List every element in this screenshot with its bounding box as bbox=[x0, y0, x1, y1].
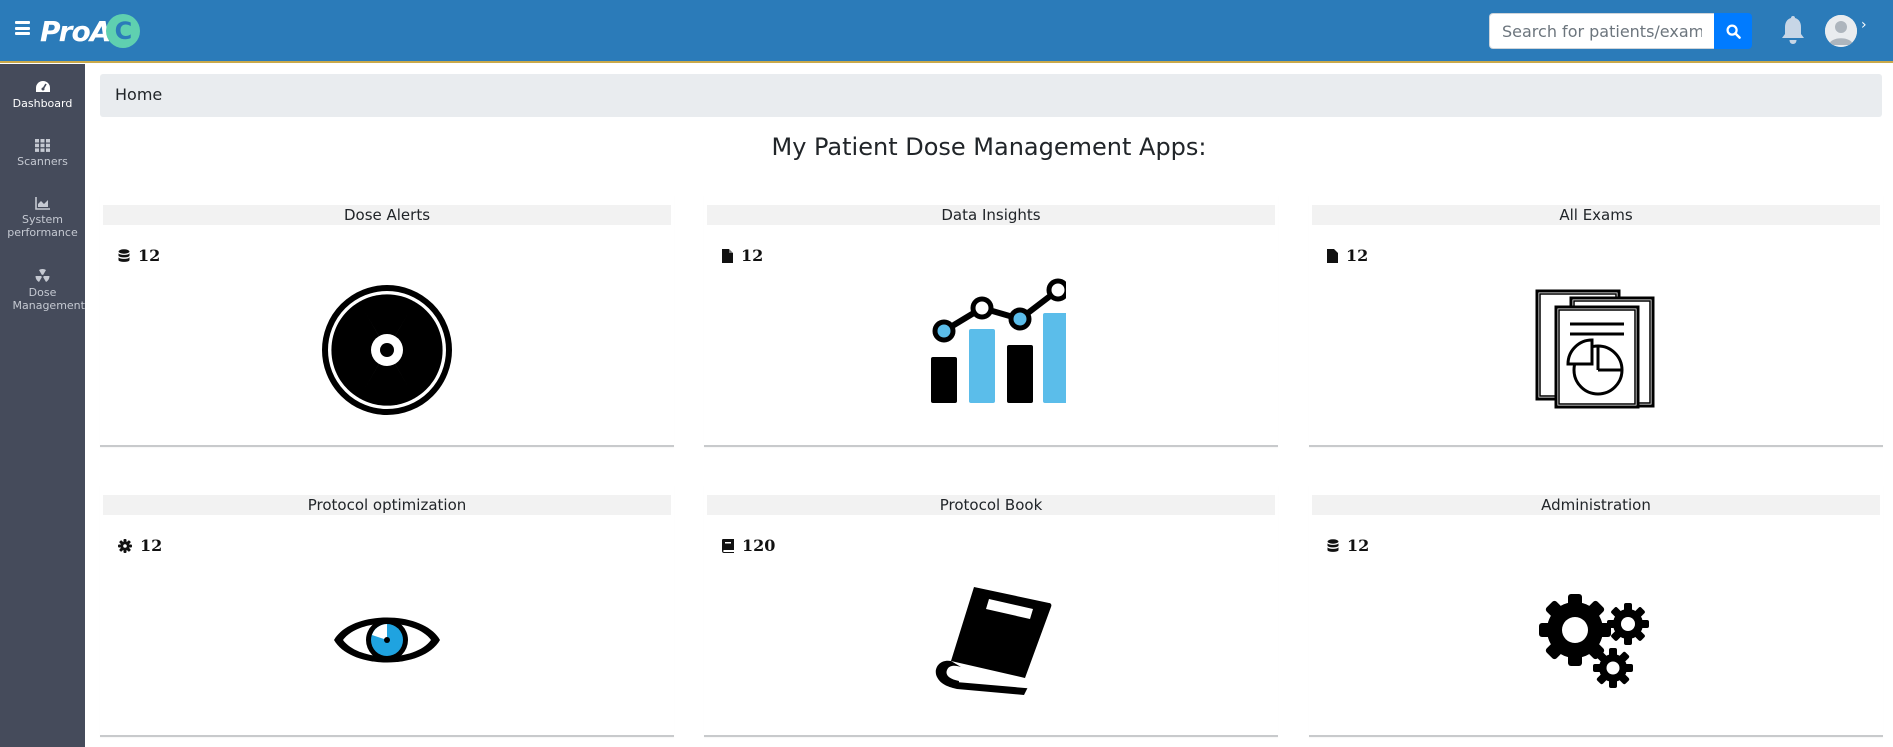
card-count-value: 12 bbox=[741, 246, 764, 265]
card-count: 12 bbox=[1327, 246, 1368, 265]
radiation-icon bbox=[35, 269, 50, 282]
sidebar-item-label: System performance bbox=[7, 213, 78, 239]
user-icon bbox=[1825, 15, 1857, 47]
search-input[interactable] bbox=[1489, 13, 1714, 49]
breadcrumb: Home bbox=[100, 74, 1882, 117]
user-avatar[interactable] bbox=[1825, 15, 1857, 47]
card-count-value: 12 bbox=[1346, 246, 1369, 265]
database-icon bbox=[1327, 538, 1339, 552]
card-count: 120 bbox=[722, 536, 775, 555]
card-image bbox=[100, 275, 674, 425]
eye-icon bbox=[334, 617, 440, 663]
card-dose-alerts[interactable]: Dose Alerts 12 bbox=[100, 195, 674, 447]
gear-icon bbox=[118, 538, 132, 553]
sidebar-item-label: Dose Management bbox=[12, 286, 85, 312]
card-administration[interactable]: Administration 12 bbox=[1309, 485, 1883, 737]
top-navbar: ProA C › bbox=[0, 0, 1893, 63]
card-protocol-optimization[interactable]: Protocol optimization 12 bbox=[100, 485, 674, 737]
database-icon bbox=[118, 248, 130, 262]
card-image bbox=[100, 565, 674, 715]
card-count: 12 bbox=[1327, 536, 1369, 555]
file-icon bbox=[1327, 248, 1338, 263]
logo-c-mark: C bbox=[106, 14, 141, 48]
card-title: Data Insights bbox=[707, 205, 1275, 225]
chart-icon bbox=[35, 197, 50, 210]
card-count-value: 12 bbox=[140, 536, 163, 555]
card-data-insights[interactable]: Data Insights 12 bbox=[704, 195, 1278, 447]
page-title: My Patient Dose Management Apps: bbox=[771, 133, 1207, 161]
card-protocol-book[interactable]: Protocol Book 120 bbox=[704, 485, 1278, 737]
card-image bbox=[704, 275, 1278, 425]
search-icon bbox=[1725, 23, 1741, 39]
book-icon bbox=[935, 587, 1052, 695]
sidebar-item-label: Scanners bbox=[17, 155, 68, 168]
card-title: All Exams bbox=[1312, 205, 1880, 225]
search-box bbox=[1489, 13, 1752, 49]
file-icon bbox=[722, 248, 733, 263]
card-count-value: 12 bbox=[138, 246, 161, 265]
card-title: Administration bbox=[1312, 495, 1880, 515]
book-icon bbox=[722, 538, 734, 553]
card-count: 12 bbox=[722, 246, 763, 265]
sidebar: Dashboard Scanners System performance Do… bbox=[0, 64, 85, 747]
card-title: Protocol optimization bbox=[103, 495, 671, 515]
grid-icon bbox=[35, 139, 50, 152]
card-count: 12 bbox=[118, 536, 162, 555]
chevron-right-icon[interactable]: › bbox=[1861, 17, 1867, 33]
documents-report-icon bbox=[1535, 289, 1655, 409]
notification-bell-icon[interactable] bbox=[1779, 14, 1807, 46]
card-all-exams[interactable]: All Exams 12 bbox=[1309, 195, 1883, 447]
app-logo[interactable]: ProA C bbox=[40, 13, 141, 49]
bar-line-chart-icon bbox=[931, 278, 1066, 403]
card-image bbox=[1309, 565, 1883, 715]
search-button[interactable] bbox=[1714, 13, 1752, 49]
card-image bbox=[1309, 275, 1883, 425]
logo-text: ProA bbox=[40, 14, 111, 48]
gears-icon bbox=[1539, 594, 1649, 688]
card-title: Protocol Book bbox=[707, 495, 1275, 515]
sidebar-item-system-performance[interactable]: System performance bbox=[0, 197, 85, 239]
card-count-value: 12 bbox=[1347, 536, 1370, 555]
dashboard-icon bbox=[35, 81, 50, 92]
sidebar-item-label: Dashboard bbox=[12, 97, 73, 110]
breadcrumb-home[interactable]: Home bbox=[115, 85, 162, 104]
card-image bbox=[704, 565, 1278, 715]
sidebar-item-dashboard[interactable]: Dashboard bbox=[0, 80, 85, 110]
card-count: 12 bbox=[118, 246, 160, 265]
card-count-value: 120 bbox=[742, 536, 776, 555]
card-title: Dose Alerts bbox=[103, 205, 671, 225]
sidebar-item-scanners[interactable]: Scanners bbox=[0, 139, 85, 168]
sidebar-item-dose-management[interactable]: Dose Management bbox=[0, 269, 85, 312]
radiation-symbol-icon bbox=[322, 285, 452, 415]
menu-toggle-icon[interactable] bbox=[15, 21, 30, 35]
